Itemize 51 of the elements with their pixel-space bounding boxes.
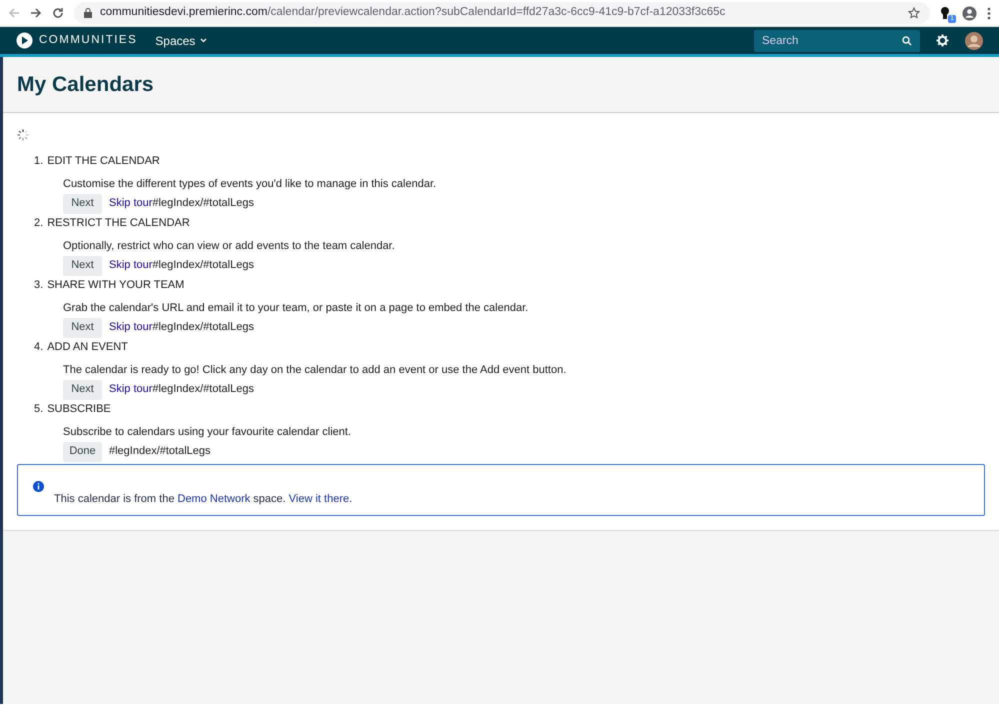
step-counter: #legIndex/#totalLegs xyxy=(152,382,254,398)
avatar[interactable] xyxy=(965,32,983,50)
step-description: Optionally, restrict who can view or add events to the team calendar. xyxy=(63,239,395,254)
view-link[interactable]: View it there. xyxy=(288,492,352,504)
lock-icon xyxy=(84,8,92,18)
reload-icon[interactable] xyxy=(52,7,64,19)
step-description: Subscribe to calendars using your favourite calendar client. xyxy=(63,425,351,440)
step-number: 2. xyxy=(34,216,44,232)
search-icon[interactable] xyxy=(902,36,912,46)
skip-tour-link[interactable]: Skip tour xyxy=(109,257,152,274)
spaces-menu[interactable]: Spaces xyxy=(155,32,208,50)
step-title: ADD AN EVENT xyxy=(47,340,128,356)
loading-spinner-icon xyxy=(17,129,29,142)
step-title: EDIT THE CALENDAR xyxy=(47,154,160,170)
step-counter: #legIndex/#totalLegs xyxy=(152,320,254,336)
step-description: Grab the calendar's URL and email it to your team, or paste it on a page to embed the calendar. xyxy=(63,301,528,316)
step-title: SHARE WITH YOUR TEAM xyxy=(47,278,184,294)
step-title: SUBSCRIBE xyxy=(47,402,111,418)
step-number: 1. xyxy=(34,154,44,170)
info-message: This calendar is from the Demo Network space. View it there. xyxy=(54,492,352,506)
star-icon[interactable] xyxy=(908,7,920,19)
next-button[interactable]: Next xyxy=(63,256,102,276)
more-icon[interactable] xyxy=(987,6,991,20)
step-counter: #legIndex/#totalLegs xyxy=(152,258,254,274)
settings-icon[interactable] xyxy=(936,34,949,47)
page-title: My Calendars xyxy=(17,72,154,98)
skip-tour-link[interactable]: Skip tour xyxy=(109,381,152,398)
step-counter: #legIndex/#totalLegs xyxy=(152,196,254,212)
step-title: RESTRICT THE CALENDAR xyxy=(47,216,190,232)
next-button[interactable]: Next xyxy=(63,380,102,400)
address-bar[interactable]: communitiesdevi.premierinc.com/calendar/previewcalendar.action?subCalendarId=ffd27a3c-6cc9-41c9-b7cf-a12033f3c65c xyxy=(74,2,930,24)
forward-icon[interactable] xyxy=(30,7,42,19)
step-number: 5. xyxy=(34,402,44,418)
skip-tour-link[interactable]: Skip tour xyxy=(109,319,152,336)
next-button[interactable]: Next xyxy=(63,318,102,338)
search-field[interactable]: Search xyxy=(754,30,920,52)
space-link[interactable]: Demo Network xyxy=(178,492,250,504)
logo-icon[interactable] xyxy=(16,32,33,49)
step-description: The calendar is ready to go! Click any day on the calendar to add an event or use the Add event button. xyxy=(63,363,566,378)
next-button[interactable]: Next xyxy=(63,194,102,214)
brand-name[interactable]: COMMUNITIES xyxy=(39,32,138,50)
step-number: 3. xyxy=(34,278,44,294)
skip-tour-link[interactable]: Skip tour xyxy=(109,195,152,212)
done-button[interactable]: Done xyxy=(63,442,102,462)
step-counter: #legIndex/#totalLegs xyxy=(109,444,211,460)
step-number: 4. xyxy=(34,340,44,356)
step-description: Customise the different types of events you'd like to manage in this calendar. xyxy=(63,177,436,192)
info-icon xyxy=(33,480,44,492)
url-text: communitiesdevi.premierinc.com/calendar/previewcalendar.action?subCalendarId=ffd27a3c-6cc9-41c9-b7cf-a12033f3c65c xyxy=(100,5,726,20)
profile-icon[interactable] xyxy=(962,6,977,20)
caret-icon xyxy=(200,38,208,43)
